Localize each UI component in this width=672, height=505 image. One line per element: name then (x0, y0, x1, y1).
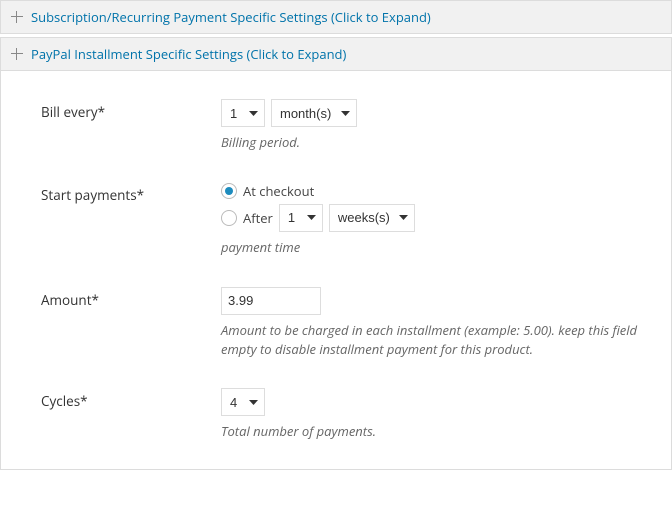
bill-every-unit-select[interactable]: month(s) (271, 99, 357, 127)
start-payments-option-after: After (243, 209, 273, 227)
field-amount: Amount* Amount to be charged in each ins… (41, 287, 643, 359)
start-payments-after-number-select[interactable]: 1 (279, 204, 323, 232)
installment-panel: Bill every* 1 month(s) Billing period. S… (0, 71, 672, 470)
cycles-select[interactable]: 4 (221, 388, 265, 416)
accordion-installment-title: PayPal Installment Specific Settings (Cl… (31, 45, 346, 63)
field-cycles: Cycles* 4 Total number of payments. (41, 388, 643, 441)
bill-every-label: Bill every* (41, 99, 221, 121)
start-payments-option-checkout: At checkout (243, 182, 314, 200)
expand-icon (11, 48, 23, 60)
accordion-subscription[interactable]: Subscription/Recurring Payment Specific … (0, 0, 672, 34)
bill-every-number-select[interactable]: 1 (221, 99, 265, 127)
start-payments-label: Start payments* (41, 182, 221, 204)
amount-help: Amount to be charged in each installment… (221, 321, 643, 359)
bill-every-help: Billing period. (221, 133, 643, 152)
start-payments-after-unit-select[interactable]: weeks(s) (329, 204, 415, 232)
cycles-label: Cycles* (41, 388, 221, 410)
amount-input[interactable] (221, 287, 321, 315)
field-bill-every: Bill every* 1 month(s) Billing period. (41, 99, 643, 152)
expand-icon (11, 11, 23, 23)
start-payments-radio-checkout[interactable] (221, 183, 237, 199)
field-start-payments: Start payments* At checkout After 1 week… (41, 182, 643, 257)
accordion-subscription-title: Subscription/Recurring Payment Specific … (31, 8, 431, 26)
start-payments-help: payment time (221, 238, 643, 257)
accordion-installment[interactable]: PayPal Installment Specific Settings (Cl… (0, 37, 672, 71)
start-payments-radio-after[interactable] (221, 210, 237, 226)
amount-label: Amount* (41, 287, 221, 309)
cycles-help: Total number of payments. (221, 422, 643, 441)
